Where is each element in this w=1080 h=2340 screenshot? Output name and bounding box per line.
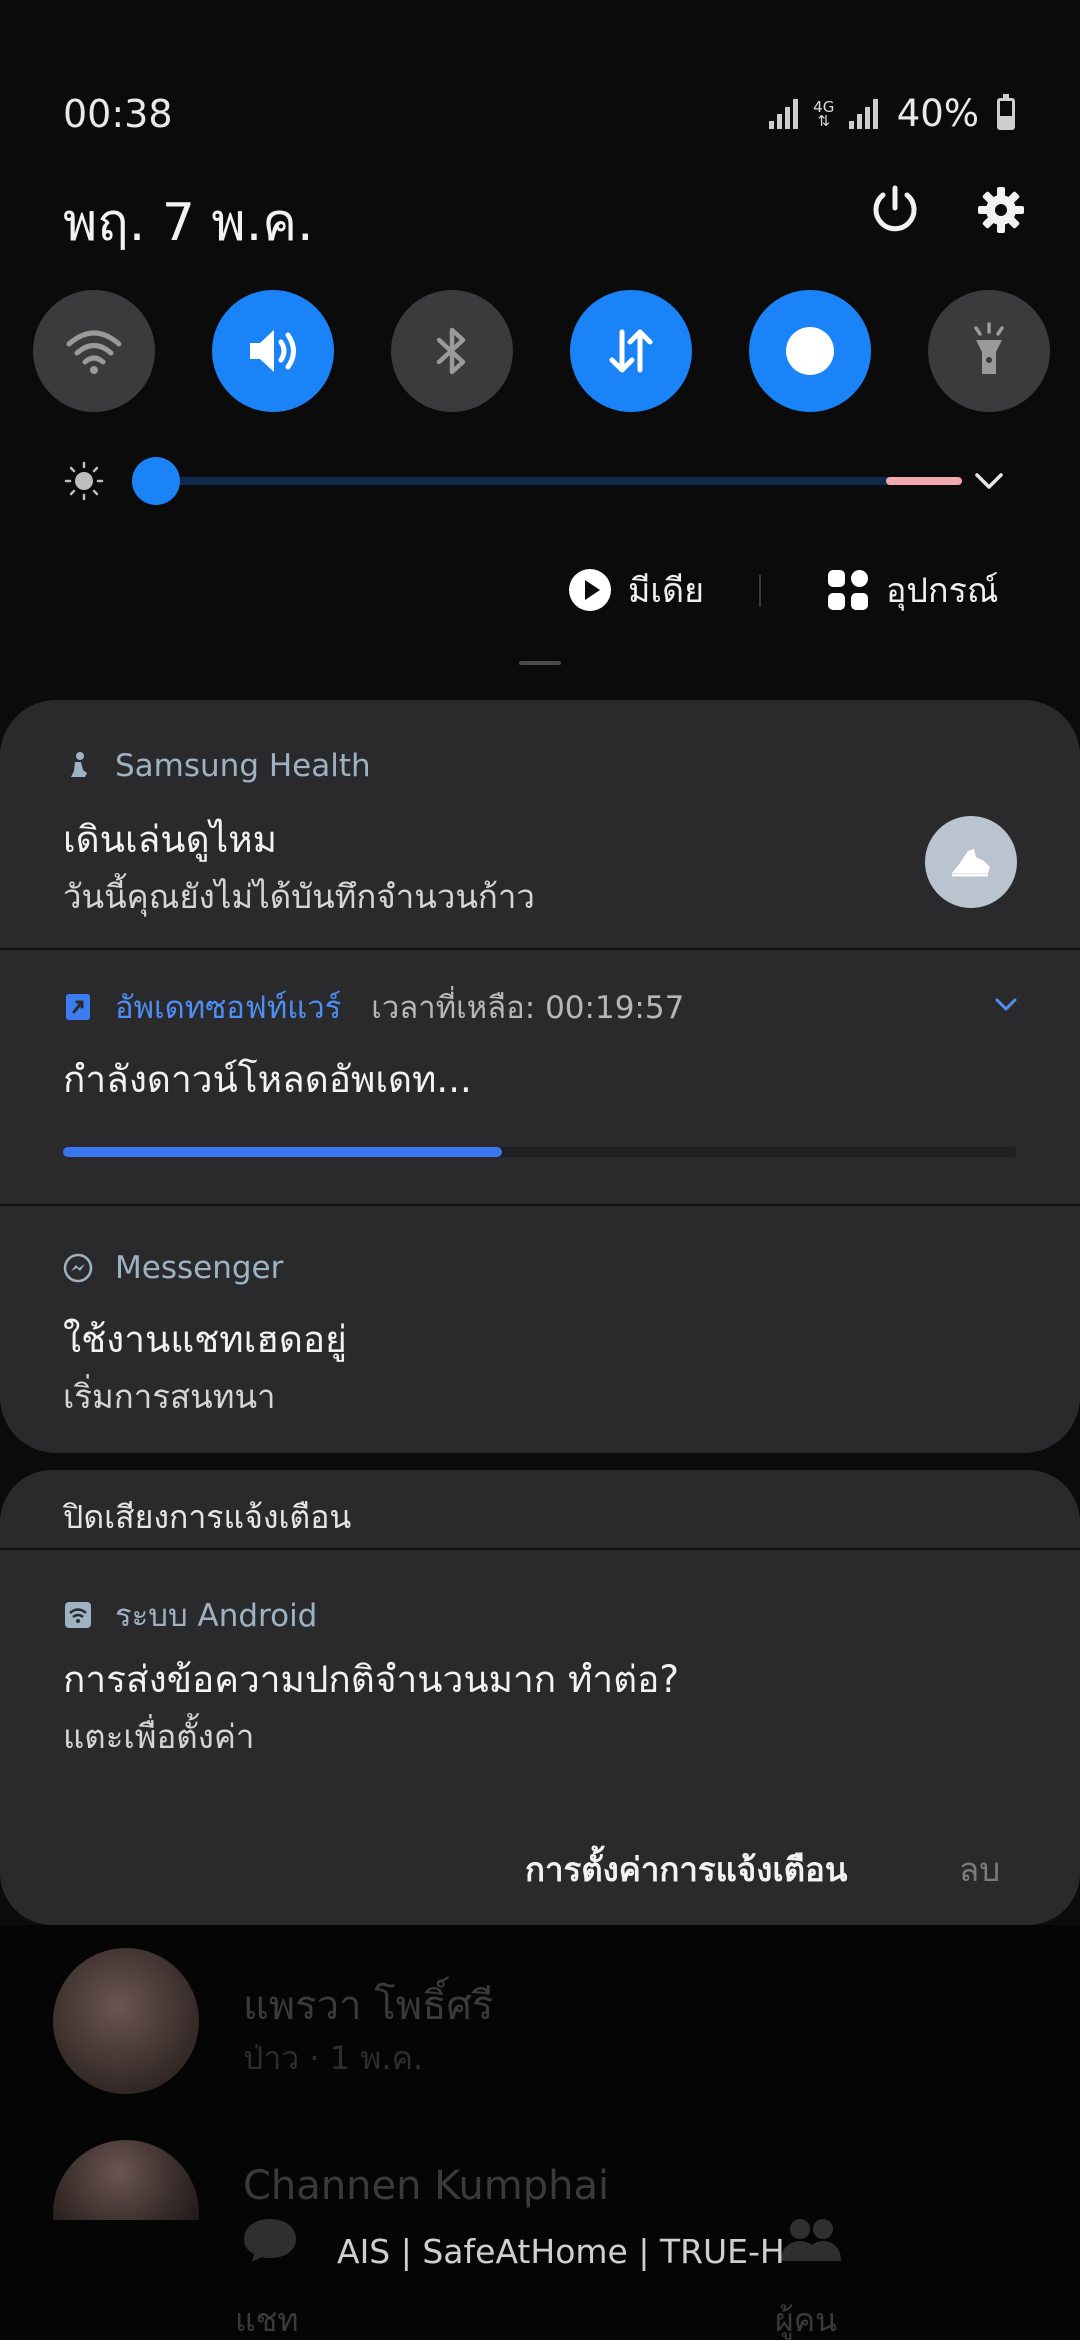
app-name: อัพเดทซอฟท์แวร์ bbox=[115, 990, 342, 1026]
media-divider bbox=[759, 575, 761, 607]
notification-group: Samsung Health เดินเล่นดูไหม วันนี้คุณยั… bbox=[0, 700, 1080, 1453]
gear-icon bbox=[978, 187, 1024, 233]
network-type-label: 4G ⇅ bbox=[813, 97, 835, 130]
silent-header: ปิดเสียงการแจ้งเตือน bbox=[63, 1498, 352, 1536]
devices-label: อุปกรณ์ bbox=[886, 571, 999, 611]
mobile-data-toggle[interactable] bbox=[570, 290, 692, 412]
clear-button[interactable]: ลบ bbox=[959, 1843, 1000, 1896]
chat-bubble-icon bbox=[244, 2219, 296, 2262]
media-label: มีเดีย bbox=[628, 571, 705, 611]
panel-handle[interactable] bbox=[519, 661, 561, 665]
notification-body: แตะเพื่อตั้งค่า bbox=[63, 1717, 255, 1756]
power-icon bbox=[873, 185, 917, 232]
chevron-down-icon[interactable] bbox=[969, 461, 1009, 501]
notification-title: การส่งข้อความปกติจำนวนมาก ทำต่อ? bbox=[63, 1658, 680, 1701]
time-remaining: เวลาที่เหลือ: 00:19:57 bbox=[371, 990, 685, 1026]
status-bar: 00:38 4G ⇅ 40% bbox=[0, 0, 1080, 160]
signal-icon bbox=[768, 98, 799, 129]
status-icons: 4G ⇅ 40% bbox=[768, 92, 1015, 135]
samsung-health-icon bbox=[63, 751, 93, 781]
brightness-track[interactable] bbox=[156, 477, 962, 485]
brightness-icon bbox=[64, 461, 104, 501]
carrier-label: AIS | SafeAtHome | TRUE-H bbox=[337, 2232, 785, 2271]
clock: 00:38 bbox=[63, 92, 173, 136]
wifi-toggle[interactable] bbox=[33, 290, 155, 412]
tab-people: ผู้คน bbox=[775, 2301, 838, 2339]
chevron-down-icon[interactable] bbox=[993, 992, 1019, 1018]
power-button[interactable] bbox=[868, 183, 922, 237]
bluetooth-icon bbox=[436, 327, 466, 375]
notification-title: เดินเล่นดูไหม bbox=[63, 818, 277, 861]
settings-button[interactable] bbox=[974, 183, 1028, 237]
brightness-slider[interactable] bbox=[64, 455, 1024, 505]
flashlight-icon bbox=[974, 322, 1004, 374]
app-name: ระบบ Android bbox=[115, 1598, 318, 1634]
people-icon bbox=[781, 2219, 841, 2261]
battery-percent: 40% bbox=[896, 92, 979, 135]
quick-toggles bbox=[33, 290, 1053, 412]
download-progress-bar bbox=[63, 1147, 1017, 1157]
volume-icon bbox=[250, 330, 296, 372]
signal-icon-2 bbox=[848, 98, 879, 129]
bluetooth-toggle[interactable] bbox=[391, 290, 513, 412]
notification-messenger[interactable]: Messenger ใช้งานแชทเฮดอยู่ เริ่มการสนทนา bbox=[0, 1206, 1080, 1453]
contact-name: แพรวา โพธิ์ศรี bbox=[243, 1983, 494, 2029]
avatar bbox=[53, 2140, 199, 2220]
notification-android-system[interactable]: ระบบ Android การส่งข้อความปกติจำนวนมาก ท… bbox=[0, 1550, 1080, 1790]
notification-samsung-health[interactable]: Samsung Health เดินเล่นดูไหม วันนี้คุณยั… bbox=[0, 700, 1080, 948]
notification-software-update[interactable]: อัพเดทซอฟท์แวร์ เวลาที่เหลือ: 00:19:57 ก… bbox=[0, 950, 1080, 1204]
sound-toggle[interactable] bbox=[212, 290, 334, 412]
circle-icon bbox=[786, 327, 834, 375]
battery-icon bbox=[997, 93, 1015, 130]
contact-name: Channen Kumphai bbox=[243, 2163, 610, 2209]
download-progress-fill bbox=[63, 1147, 502, 1157]
devices-button[interactable]: อุปกรณ์ bbox=[826, 560, 998, 620]
flashlight-toggle[interactable] bbox=[928, 290, 1050, 412]
messenger-icon bbox=[63, 1253, 93, 1283]
background-app: แพรวา โพธิ์ศรี ป่าว · 1 พ.ค. Channen Kum… bbox=[0, 1925, 1080, 2340]
contact-meta: ป่าว · 1 พ.ค. bbox=[243, 2039, 424, 2077]
date-label: พฤ. 7 พ.ค. bbox=[63, 193, 314, 253]
media-button[interactable]: มีเดีย bbox=[568, 560, 704, 620]
shoe-button[interactable] bbox=[925, 816, 1017, 908]
app-name: Messenger bbox=[115, 1250, 284, 1286]
avatar bbox=[53, 1948, 199, 2094]
brightness-thumb[interactable] bbox=[132, 457, 180, 505]
notification-title: กำลังดาวน์โหลดอัพเดท... bbox=[63, 1058, 472, 1101]
play-circle-icon bbox=[569, 569, 611, 611]
notification-title: ใช้งานแชทเฮดอยู่ bbox=[63, 1318, 347, 1361]
software-update-icon bbox=[63, 992, 93, 1022]
app-name: Samsung Health bbox=[115, 748, 371, 784]
shoe-icon bbox=[952, 849, 990, 877]
notification-settings-button[interactable]: การตั้งค่าการแจ้งเตือน bbox=[525, 1843, 847, 1896]
notification-body: วันนี้คุณยังไม่ได้บันทึกจำนวนก้าว bbox=[63, 877, 535, 916]
notification-body: เริ่มการสนทนา bbox=[63, 1377, 276, 1416]
android-system-icon bbox=[63, 1600, 93, 1630]
wifi-icon bbox=[66, 330, 122, 374]
auto-rotate-toggle[interactable] bbox=[749, 290, 871, 412]
devices-grid-icon bbox=[828, 570, 868, 610]
tab-chat: แชท bbox=[235, 2301, 299, 2339]
data-transfer-icon bbox=[609, 329, 653, 373]
